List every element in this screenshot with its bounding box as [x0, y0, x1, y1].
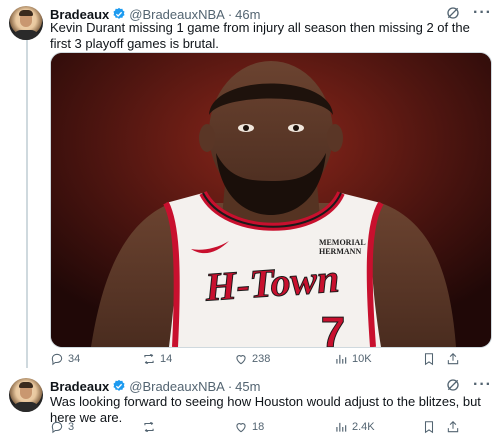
timestamp[interactable]: 45m [235, 379, 260, 394]
views-button[interactable]: 10K [334, 352, 422, 366]
reply-icon [51, 353, 63, 366]
player-photo: MEMORIAL HERMANN H-Town 7 [51, 53, 491, 347]
like-icon [236, 423, 246, 433]
views-count: 10K [352, 353, 372, 365]
separator-dot: · [227, 378, 233, 394]
tweet-actions: 34 14 238 10K [50, 352, 490, 366]
grok-icon[interactable] [445, 5, 461, 21]
reply-button[interactable]: 3 [50, 420, 142, 434]
author-handle[interactable]: @BradeauxNBA [129, 379, 225, 394]
share-icon [447, 353, 459, 365]
bookmark-icon [424, 353, 434, 366]
views-icon [336, 354, 347, 364]
reply-count: 3 [68, 421, 75, 433]
retweet-button[interactable]: 14 [142, 352, 234, 366]
like-count: 18 [252, 421, 265, 433]
jersey-sponsor-line1: MEMORIAL [319, 238, 366, 247]
share-button[interactable] [446, 420, 466, 434]
jersey-number: 7 [321, 308, 345, 347]
like-button[interactable]: 18 [234, 420, 334, 434]
like-button[interactable]: 238 [234, 352, 334, 366]
avatar[interactable] [9, 378, 43, 412]
grok-icon[interactable] [445, 377, 461, 393]
jersey-wordmark: H-Town [203, 255, 341, 309]
bookmark-button[interactable] [422, 352, 446, 366]
tweet-text: Kevin Durant missing 1 game from injury … [50, 20, 470, 51]
like-count: 238 [252, 353, 271, 365]
views-button[interactable]: 2.4K [334, 420, 422, 434]
more-icon[interactable]: ··· [473, 377, 492, 393]
tweet-header: Bradeaux @BradeauxNBA · 45m [50, 378, 260, 394]
views-count: 2.4K [352, 421, 375, 433]
more-icon[interactable]: ··· [473, 5, 492, 21]
views-icon [336, 422, 347, 432]
tweet-actions: 3 18 2.4K [50, 420, 490, 434]
like-icon [236, 355, 246, 365]
avatar[interactable] [9, 6, 43, 40]
reply-count: 34 [68, 353, 81, 365]
tweet-1[interactable]: Bradeaux @BradeauxNBA · 46m ··· Kevin Du… [0, 0, 500, 372]
share-button[interactable] [446, 352, 466, 366]
bookmark-icon [424, 421, 434, 434]
reply-button[interactable]: 34 [50, 352, 142, 366]
tweet-2[interactable]: Bradeaux @BradeauxNBA · 45m ··· Was look… [0, 372, 500, 440]
bookmark-button[interactable] [422, 420, 446, 434]
retweet-button[interactable] [142, 420, 234, 434]
reply-icon [51, 421, 63, 434]
jersey-sponsor-line2: HERMANN [319, 247, 361, 256]
retweet-count: 14 [160, 353, 173, 365]
share-icon [447, 421, 459, 433]
retweet-icon [144, 421, 154, 433]
retweet-icon [144, 353, 154, 365]
tweet-image[interactable]: MEMORIAL HERMANN H-Town 7 [50, 52, 492, 348]
verified-badge-icon [113, 379, 125, 391]
author-name[interactable]: Bradeaux [50, 379, 109, 394]
verified-badge-icon [113, 7, 125, 19]
